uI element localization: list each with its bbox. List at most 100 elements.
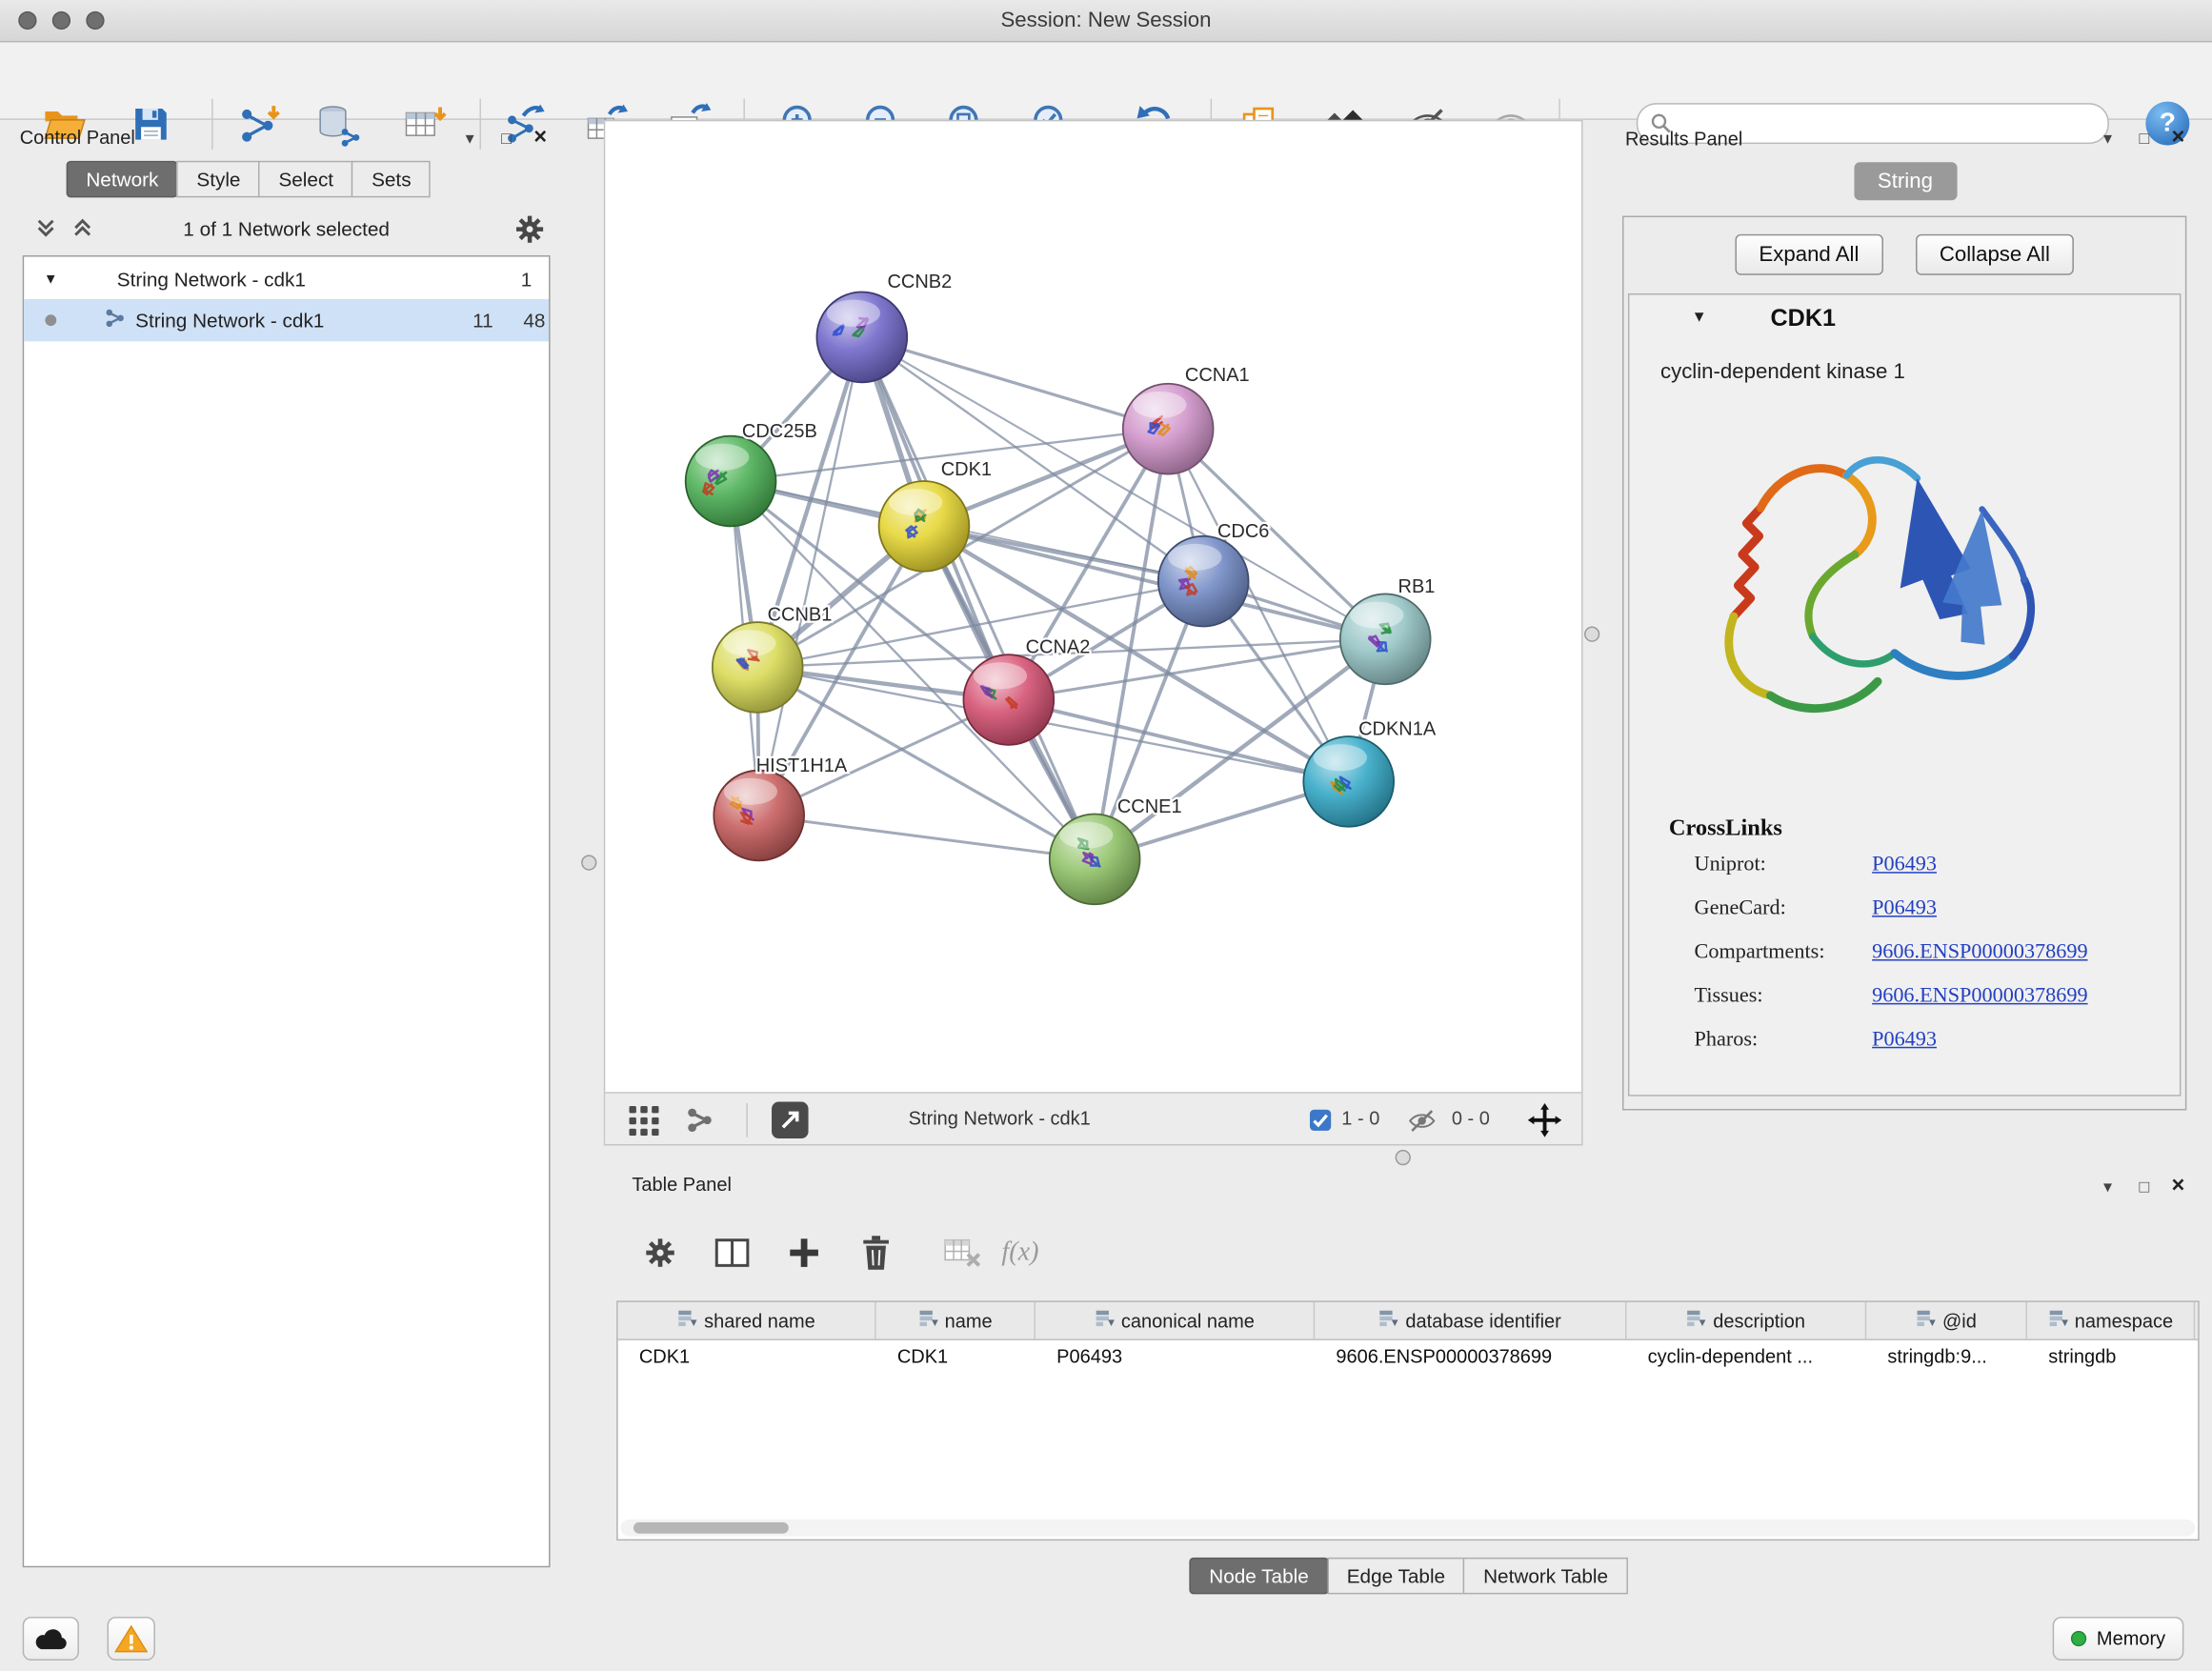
section-caret-icon[interactable]: ▼: [1692, 309, 1707, 326]
panel-dock-button[interactable]: ▾: [2095, 127, 2121, 150]
table-cell[interactable]: stringdb: [2027, 1346, 2195, 1367]
grid-view-icon[interactable]: [625, 1102, 662, 1139]
column-header-namespace[interactable]: namespace: [2027, 1302, 2195, 1339]
network-row-selected[interactable]: String Network - cdk1 11 48: [24, 299, 549, 341]
crosslink-value-link[interactable]: 9606.ENSP00000378699: [1872, 985, 2087, 1009]
network-edge[interactable]: [862, 337, 1168, 429]
crosslink-label: Uniprot:: [1695, 854, 1766, 877]
open-in-new-window-button[interactable]: [772, 1102, 809, 1139]
cloud-status-button[interactable]: [23, 1617, 79, 1661]
table-panel-tabs: Node Table Edge Table Network Table: [616, 1558, 2202, 1595]
network-node[interactable]: RB1: [1340, 576, 1436, 684]
network-node[interactable]: CCNA1: [1123, 365, 1250, 474]
collapse-all-button[interactable]: Collapse All: [1916, 234, 2074, 275]
panel-float-button[interactable]: □: [493, 127, 519, 150]
horizontal-scrollbar[interactable]: [621, 1520, 2196, 1537]
crosslink-value-link[interactable]: P06493: [1872, 854, 1937, 877]
birds-eye-move-icon[interactable]: [1526, 1102, 1563, 1139]
network-node[interactable]: CCNB2: [816, 272, 952, 382]
column-header-shared-name[interactable]: shared name: [618, 1302, 876, 1339]
results-panel-title: Results Panel: [1625, 129, 1742, 150]
gear-icon[interactable]: [515, 214, 545, 249]
crosslink-label: Compartments:: [1695, 941, 1825, 965]
expand-all-button[interactable]: Expand All: [1735, 234, 1882, 275]
memory-button[interactable]: Memory: [2053, 1617, 2183, 1661]
table-cell[interactable]: P06493: [1036, 1346, 1315, 1367]
network-node[interactable]: CDKN1A: [1303, 719, 1436, 827]
tab-select[interactable]: Select: [259, 161, 353, 198]
horizontal-splitter-handle[interactable]: [1396, 1150, 1411, 1165]
network-node[interactable]: CDC6: [1158, 521, 1270, 626]
network-node[interactable]: HIST1H1A: [714, 755, 848, 860]
apply-function-button[interactable]: f(x): [994, 1224, 1048, 1280]
panel-float-button[interactable]: □: [2132, 1176, 2158, 1198]
create-column-button[interactable]: [775, 1224, 832, 1280]
network-edge[interactable]: [759, 337, 862, 815]
network-tree: ▼ String Network - cdk1 1 String Network…: [23, 255, 551, 1567]
table-panel-title: Table Panel: [632, 1174, 731, 1195]
network-view-toolbar: String Network - cdk1 1 - 0 0 - 0: [605, 1092, 1581, 1144]
crosslink-row: Tissues: 9606.ENSP00000378699: [1629, 985, 2180, 1019]
crosslink-label: Tissues:: [1695, 985, 1763, 1009]
hidden-eye-slash-icon[interactable]: [1403, 1102, 1440, 1139]
panel-float-button[interactable]: □: [2132, 127, 2158, 150]
tab-node-table[interactable]: Node Table: [1189, 1558, 1328, 1595]
tree-caret-icon[interactable]: ▼: [44, 272, 58, 287]
protein-section: ▼ CDK1 cyclin-dependent kinase 1: [1628, 293, 2182, 1097]
protein-description: cyclin-dependent kinase 1: [1660, 360, 1905, 384]
show-columns-button[interactable]: [704, 1224, 760, 1280]
panel-close-button[interactable]: ×: [2165, 127, 2191, 150]
selected-checkbox-icon[interactable]: [1302, 1102, 1339, 1139]
column-header--id[interactable]: @id: [1866, 1302, 2027, 1339]
scrollbar-thumb[interactable]: [633, 1522, 789, 1534]
network-view[interactable]: CCNB2CCNA1CDC25BCDK1CDC6RB1CCNB1CCNA2CDK…: [604, 120, 1583, 1146]
string-results-tab[interactable]: String: [1854, 162, 1957, 200]
panel-dock-button[interactable]: ▾: [2095, 1176, 2121, 1198]
panel-close-button[interactable]: ×: [528, 127, 553, 150]
column-header-description[interactable]: description: [1626, 1302, 1866, 1339]
network-collection-row[interactable]: ▼ String Network - cdk1 1: [24, 261, 549, 298]
network-edge[interactable]: [759, 815, 1095, 859]
node-table: shared namenamecanonical namedatabase id…: [616, 1300, 2200, 1540]
trash-icon: [859, 1235, 894, 1272]
column-header-canonical-name[interactable]: canonical name: [1036, 1302, 1315, 1339]
crosslink-value-link[interactable]: 9606.ENSP00000378699: [1872, 941, 2087, 965]
network-graph[interactable]: CCNB2CCNA1CDC25BCDK1CDC6RB1CCNB1CCNA2CDK…: [605, 121, 1584, 1095]
table-delete-icon: [944, 1238, 981, 1269]
delete-table-button[interactable]: [934, 1224, 990, 1280]
table-cell[interactable]: stringdb:9...: [1866, 1346, 2027, 1367]
panel-dock-button[interactable]: ▾: [457, 127, 483, 150]
node-label: CCNB1: [768, 605, 833, 626]
node-label: CDK1: [941, 459, 992, 480]
column-header-database-identifier[interactable]: database identifier: [1315, 1302, 1626, 1339]
column-header-name[interactable]: name: [876, 1302, 1036, 1339]
vertical-splitter-handle[interactable]: [581, 855, 596, 870]
crosslink-label: GeneCard:: [1695, 897, 1786, 921]
network-share-icon[interactable]: [681, 1102, 718, 1139]
columns-icon: [714, 1236, 751, 1270]
table-cell[interactable]: cyclin-dependent ...: [1626, 1346, 1866, 1367]
vertical-splitter-handle[interactable]: [1584, 627, 1599, 642]
tab-style[interactable]: Style: [177, 161, 261, 198]
tab-network-table[interactable]: Network Table: [1463, 1558, 1627, 1595]
table-options-button[interactable]: [632, 1224, 688, 1280]
warning-icon: [114, 1623, 149, 1653]
tab-edge-table[interactable]: Edge Table: [1327, 1558, 1465, 1595]
status-bar: Memory: [0, 1608, 2212, 1670]
crosslink-label: Pharos:: [1695, 1029, 1759, 1053]
tab-sets[interactable]: Sets: [352, 161, 431, 198]
table-cell[interactable]: 9606.ENSP00000378699: [1315, 1346, 1626, 1367]
table-cell[interactable]: CDK1: [618, 1346, 876, 1367]
tab-network[interactable]: Network: [67, 161, 179, 198]
crosslink-value-link[interactable]: P06493: [1872, 1029, 1937, 1053]
delete-column-button[interactable]: [848, 1224, 904, 1280]
table-body: CDK1CDK1P064939606.ENSP00000378699cyclin…: [618, 1340, 2199, 1373]
table-cell[interactable]: CDK1: [876, 1346, 1036, 1367]
table-row[interactable]: CDK1CDK1P064939606.ENSP00000378699cyclin…: [618, 1340, 2199, 1373]
crosslink-value-link[interactable]: P06493: [1872, 897, 1937, 921]
network-node[interactable]: CCNB1: [713, 605, 833, 713]
warning-status-button[interactable]: [108, 1617, 155, 1661]
panel-close-button[interactable]: ×: [2165, 1176, 2191, 1198]
network-edge[interactable]: [862, 337, 1095, 859]
crosslink-row: Pharos: P06493: [1629, 1029, 2180, 1063]
